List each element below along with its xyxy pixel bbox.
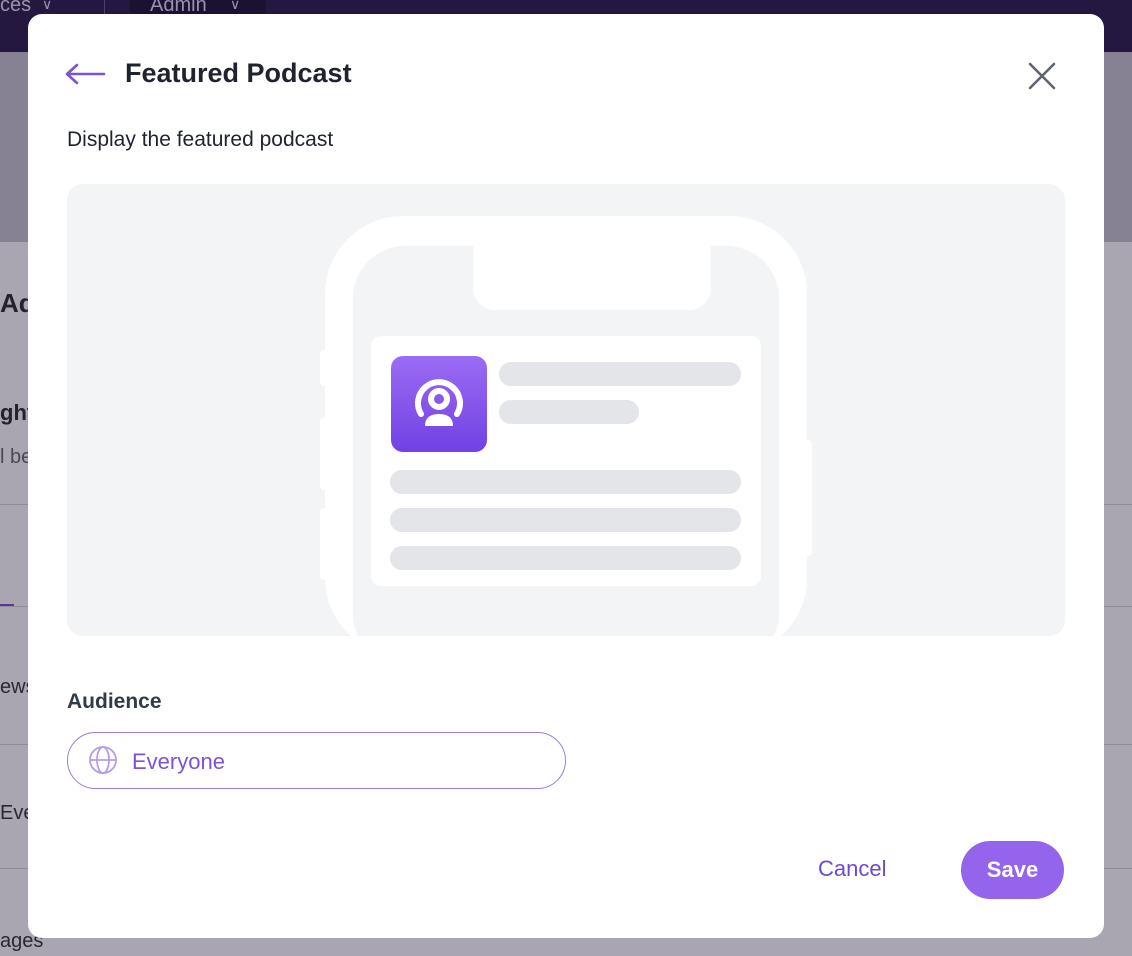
arrow-left-icon xyxy=(65,63,106,85)
featured-podcast-preview xyxy=(67,184,1065,636)
featured-podcast-modal: Featured Podcast Display the featured po… xyxy=(28,14,1104,938)
globe-icon xyxy=(89,746,117,774)
skeleton-line xyxy=(499,400,639,424)
cancel-button[interactable]: Cancel xyxy=(818,856,886,882)
modal-subtitle: Display the featured podcast xyxy=(67,128,334,151)
audience-label: Audience xyxy=(67,690,162,713)
phone-notch xyxy=(473,246,711,310)
back-button[interactable] xyxy=(64,56,108,92)
podcast-card-preview xyxy=(371,336,761,586)
audience-value: Everyone xyxy=(132,749,225,774)
skeleton-line xyxy=(390,546,741,570)
close-button[interactable] xyxy=(1024,58,1060,94)
modal-title: Featured Podcast xyxy=(125,58,352,88)
save-button[interactable]: Save xyxy=(961,841,1064,899)
skeleton-line xyxy=(499,362,741,386)
podcast-glyph xyxy=(415,379,463,426)
skeleton-line xyxy=(390,508,741,532)
audience-selector[interactable]: Everyone xyxy=(67,732,566,789)
podcast-icon xyxy=(391,356,487,452)
skeleton-line xyxy=(390,470,741,494)
close-icon xyxy=(1028,62,1056,90)
